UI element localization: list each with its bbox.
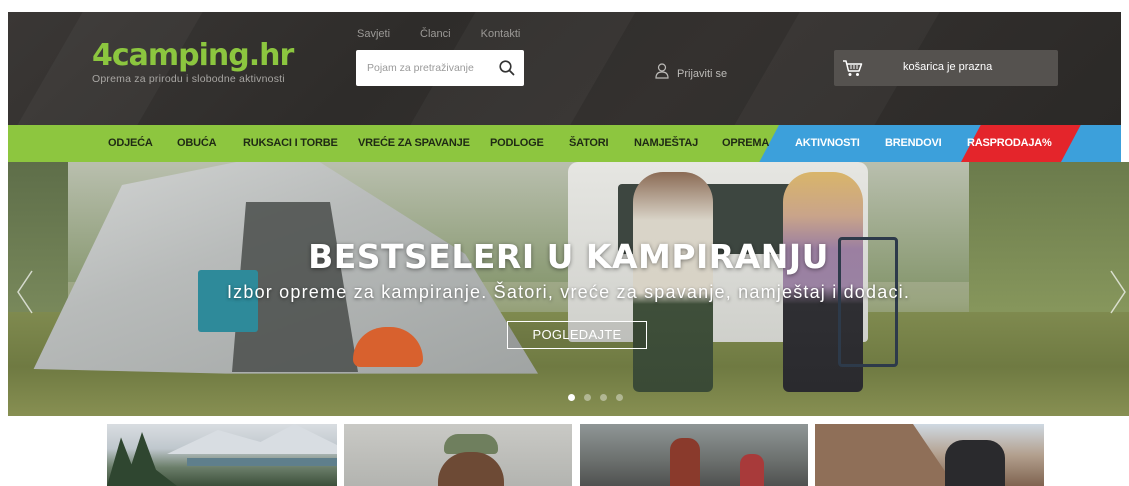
cart-icon — [842, 59, 864, 82]
nav-item-obuca[interactable]: OBUĆA — [177, 137, 217, 149]
site-header: 4camping.hr Oprema za prirodu i slobodne… — [8, 12, 1121, 125]
slider-dot[interactable] — [616, 394, 623, 401]
search-input[interactable] — [356, 50, 496, 86]
cart-label: košarica je prazna — [903, 61, 993, 73]
top-link-clanci[interactable]: Članci — [420, 28, 451, 40]
nav-item-rasprodaja[interactable]: RASPRODAJA% — [967, 137, 1052, 149]
login-link[interactable]: Prijaviti se — [655, 63, 727, 84]
top-links: Savjeti Članci Kontakti — [357, 28, 550, 40]
hero-cta-button[interactable]: POGLEDAJTE — [507, 321, 647, 349]
nav-item-ruksaci[interactable]: RUKSACI I TORBE — [243, 137, 338, 149]
tile-hair — [438, 452, 504, 486]
search-box — [356, 50, 524, 86]
search-icon[interactable] — [498, 59, 516, 77]
nav-item-brendovi[interactable]: BRENDOVI — [885, 137, 942, 149]
nav-item-satori[interactable]: ŠATORI — [569, 137, 609, 149]
login-label: Prijaviti se — [677, 67, 728, 80]
hero-tent — [18, 162, 538, 392]
top-link-kontakti[interactable]: Kontakti — [481, 28, 521, 40]
tile-trees — [107, 432, 177, 486]
category-tile-hiking[interactable] — [580, 424, 808, 486]
user-icon — [655, 63, 669, 84]
tile-lake — [187, 458, 337, 466]
tile-hiker — [670, 438, 700, 486]
tile-mountain — [167, 424, 337, 454]
main-nav: ODJEĆA OBUĆA RUKSACI I TORBE VREĆE ZA SP… — [8, 125, 1121, 162]
logo-wordmark: 4camping.hr — [92, 38, 294, 73]
nav-item-aktivnosti[interactable]: AKTIVNOSTI — [795, 137, 860, 149]
top-link-savjeti[interactable]: Savjeti — [357, 28, 390, 40]
slider-dot[interactable] — [600, 394, 607, 401]
category-tile-mountains[interactable] — [107, 424, 337, 486]
nav-item-podloge[interactable]: PODLOGE — [490, 137, 544, 149]
nav-item-namjestaj[interactable]: NAMJEŠTAJ — [634, 137, 698, 149]
nav-item-oprema[interactable]: OPREMA — [722, 137, 769, 149]
hero-subtitle: Izbor opreme za kampiranje. Šatori, vreć… — [226, 282, 911, 302]
site-logo[interactable]: 4camping.hr Oprema za prirodu i slobodne… — [92, 38, 294, 86]
nav-item-odjeca[interactable]: ODJEĆA — [108, 137, 153, 149]
nav-item-vrece[interactable]: VREĆE ZA SPAVANJE — [358, 137, 470, 149]
slider-dots — [568, 394, 623, 401]
logo-tagline: Oprema za prirodu i slobodne aktivnosti — [92, 73, 285, 85]
hero-title: BESTSELERI U KAMPIRANJU — [308, 237, 829, 276]
hero-banner[interactable]: BESTSELERI U KAMPIRANJU Izbor opreme za … — [8, 162, 1129, 416]
tile-cap — [444, 434, 498, 454]
cart-button[interactable]: košarica je prazna — [834, 50, 1058, 86]
tile-climber — [945, 440, 1005, 486]
slider-dot[interactable] — [568, 394, 575, 401]
slider-dot[interactable] — [584, 394, 591, 401]
tile-hiker-2 — [740, 454, 764, 486]
category-tile-climbing[interactable] — [815, 424, 1044, 486]
chevron-right-icon[interactable] — [1105, 267, 1129, 317]
category-tile-clothing[interactable] — [344, 424, 572, 486]
tile-rock — [815, 424, 955, 486]
chevron-left-icon[interactable] — [14, 267, 38, 317]
